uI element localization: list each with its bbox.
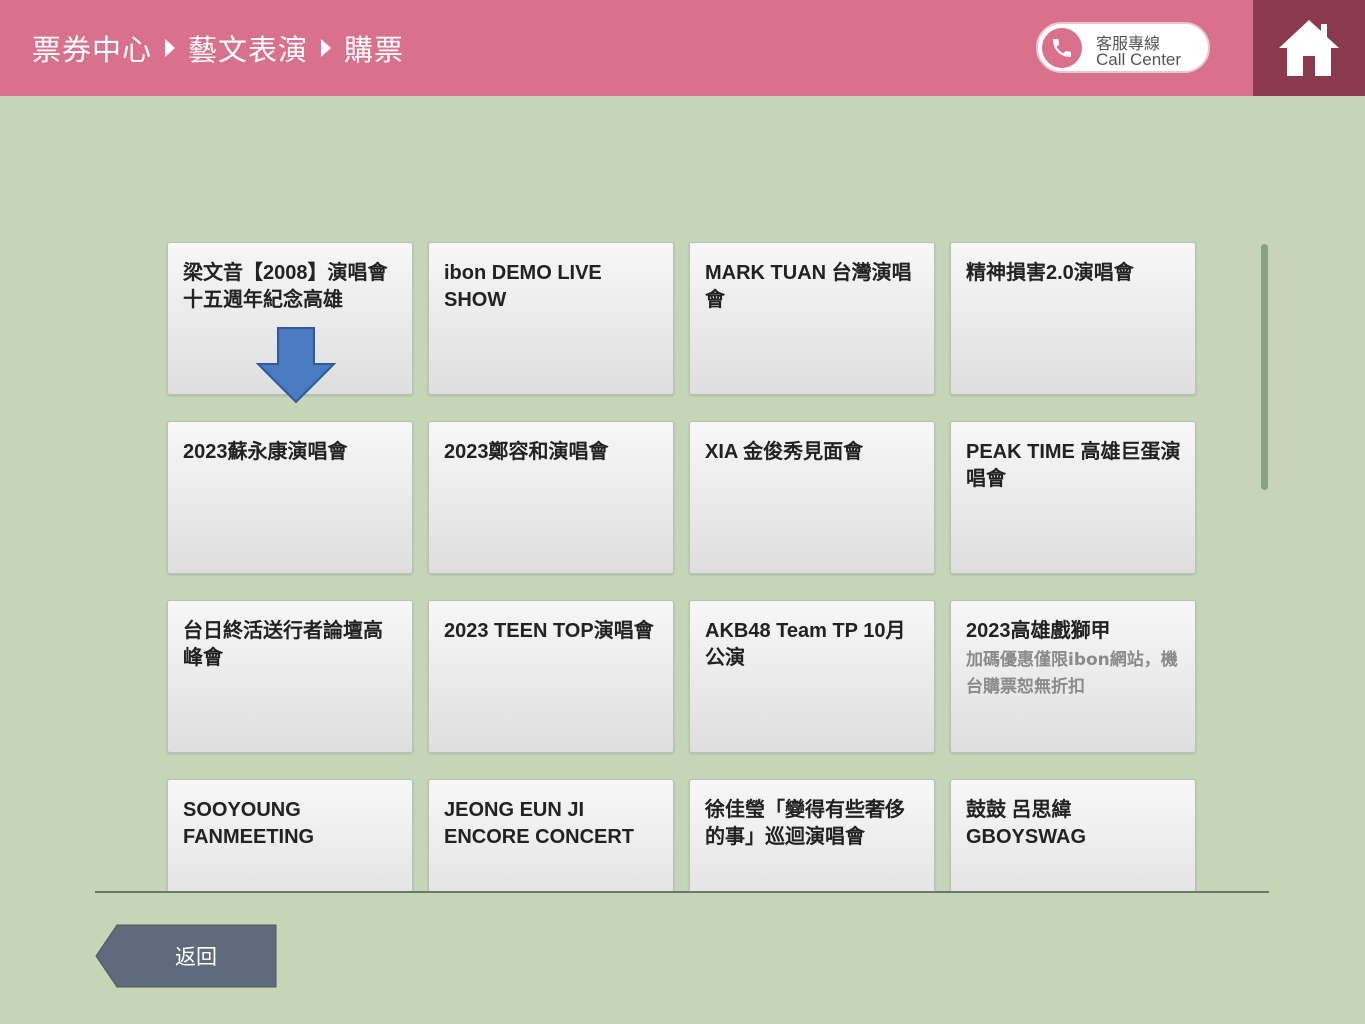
event-title: MARK TUAN 台灣演唱會 [705, 262, 912, 311]
event-title: JEONG EUN JI ENCORE CONCERT [444, 799, 635, 848]
back-button[interactable]: 返回 [95, 924, 277, 988]
home-icon [1279, 20, 1339, 76]
event-card[interactable]: 鼓鼓 呂思緯 GBOYSWAG [950, 779, 1196, 891]
arrow-down-icon [256, 327, 336, 404]
event-card[interactable]: 2023蘇永康演唱會 [167, 421, 413, 574]
event-subtitle: 加碼優惠僅限ibon網站，機台購票恕無折扣 [966, 650, 1178, 697]
breadcrumb-item-ticket-center[interactable]: 票券中心 [32, 27, 152, 69]
event-title: 梁文音【2008】演唱會十五週年紀念高雄 [183, 262, 388, 311]
back-button-label: 返回 [175, 945, 217, 969]
home-button[interactable] [1253, 0, 1365, 96]
event-title: AKB48 Team TP 10月公演 [705, 620, 906, 669]
event-card[interactable]: PEAK TIME 高雄巨蛋演唱會 [950, 421, 1196, 574]
event-title: ibon DEMO LIVE SHOW [444, 262, 602, 311]
event-title: XIA 金俊秀見面會 [705, 441, 864, 463]
event-title: PEAK TIME 高雄巨蛋演唱會 [966, 441, 1181, 490]
event-card[interactable]: AKB48 Team TP 10月公演 [689, 600, 935, 753]
event-title: 鼓鼓 呂思緯 GBOYSWAG [966, 799, 1087, 848]
event-title: 2023 TEEN TOP演唱會 [444, 620, 654, 642]
event-title: SOOYOUNG FANMEETING [183, 799, 315, 848]
event-title: 2023蘇永康演唱會 [183, 441, 348, 463]
breadcrumb-item-buy-ticket: 購票 [344, 33, 405, 67]
scrollbar[interactable] [1261, 244, 1268, 490]
event-title: 2023鄭容和演唱會 [444, 441, 609, 463]
event-card[interactable]: 徐佳瑩「變得有些奢侈的事」巡迴演唱會 [689, 779, 935, 891]
event-title: 台日終活送行者論壇高峰會 [183, 620, 383, 669]
event-card[interactable]: ibon DEMO LIVE SHOW [428, 242, 674, 395]
event-card[interactable]: SOOYOUNG FANMEETING [167, 779, 413, 891]
event-card[interactable]: 2023 TEEN TOP演唱會 [428, 600, 674, 753]
call-center-button[interactable]: 客服專線 Call Center [1036, 22, 1210, 73]
breadcrumb: 票券中心 藝文表演 購票 [32, 28, 404, 68]
breadcrumb-separator-icon [321, 39, 332, 57]
event-card[interactable]: 台日終活送行者論壇高峰會 [167, 600, 413, 753]
header-bar: 票券中心 藝文表演 購票 客服專線 Call Center [0, 0, 1365, 96]
phone-icon [1042, 28, 1082, 68]
event-title: 徐佳瑩「變得有些奢侈的事」巡迴演唱會 [705, 799, 905, 848]
event-card[interactable]: 精神損害2.0演唱會 [950, 242, 1196, 395]
event-card[interactable]: XIA 金俊秀見面會 [689, 421, 935, 574]
event-card[interactable]: MARK TUAN 台灣演唱會 [689, 242, 935, 395]
event-card[interactable]: 2023高雄戲獅甲 加碼優惠僅限ibon網站，機台購票恕無折扣 [950, 600, 1196, 753]
divider [95, 891, 1269, 893]
breadcrumb-item-performances[interactable]: 藝文表演 [188, 27, 308, 69]
event-title: 精神損害2.0演唱會 [966, 262, 1134, 284]
event-card[interactable]: 2023鄭容和演唱會 [428, 421, 674, 574]
event-title: 2023高雄戲獅甲 [966, 620, 1111, 642]
breadcrumb-separator-icon [165, 39, 176, 57]
event-card[interactable]: JEONG EUN JI ENCORE CONCERT [428, 779, 674, 891]
call-center-label-en: Call Center [1096, 50, 1182, 69]
